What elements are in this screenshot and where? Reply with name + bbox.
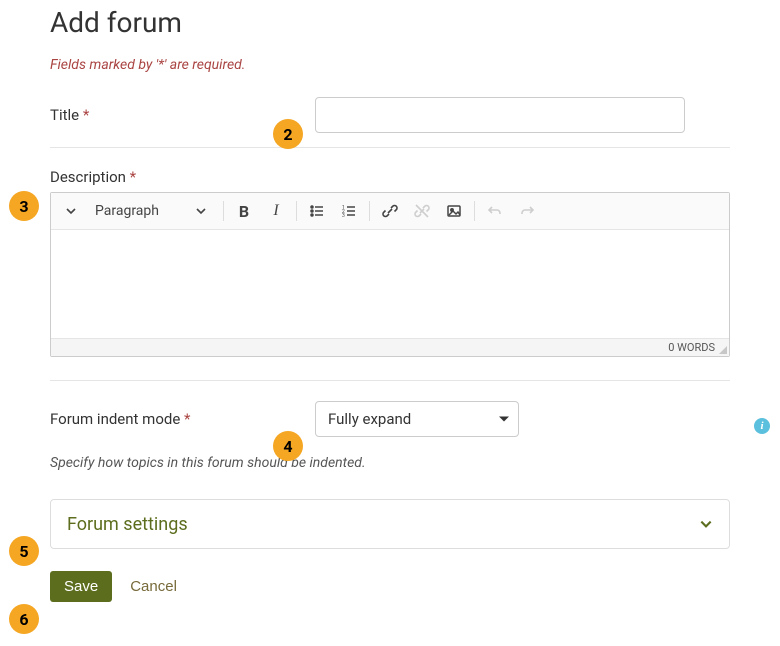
title-label-text: Title xyxy=(50,106,79,124)
editor-footer: 0 WORDS xyxy=(51,338,729,356)
indent-mode-value: Fully expand xyxy=(328,410,411,428)
description-textarea[interactable] xyxy=(51,230,729,338)
title-row: Title * xyxy=(50,97,730,148)
indent-mode-label-text: Forum indent mode xyxy=(50,410,180,428)
callout-marker-4: 4 xyxy=(273,431,303,461)
caret-down-icon xyxy=(499,417,509,422)
toolbar-menu-toggle[interactable] xyxy=(57,197,85,225)
description-label: Description * xyxy=(50,168,730,186)
image-button[interactable] xyxy=(440,197,468,225)
required-asterisk: * xyxy=(184,410,190,428)
unlink-icon xyxy=(414,203,430,219)
numbered-list-button[interactable]: 123 xyxy=(335,197,363,225)
chevron-down-icon xyxy=(699,517,713,531)
title-label: Title * xyxy=(50,106,315,124)
title-input[interactable] xyxy=(315,97,685,133)
indent-mode-select[interactable]: Fully expand xyxy=(315,401,519,437)
italic-icon: I xyxy=(273,202,278,220)
callout-marker-6: 6 xyxy=(9,604,39,634)
link-icon xyxy=(382,203,398,219)
link-button[interactable] xyxy=(376,197,404,225)
bold-icon: B xyxy=(239,202,249,221)
save-button[interactable]: Save xyxy=(50,571,112,602)
format-dropdown-label: Paragraph xyxy=(95,203,159,219)
callout-marker-2: 2 xyxy=(273,119,303,149)
forum-settings-accordion[interactable]: Forum settings xyxy=(50,499,730,549)
required-asterisk: * xyxy=(83,106,89,124)
bullet-list-icon xyxy=(309,203,325,219)
undo-icon xyxy=(487,203,503,219)
indent-mode-row: Forum indent mode * Fully expand i xyxy=(50,401,730,451)
word-count: 0 WORDS xyxy=(668,341,715,354)
indent-mode-label: Forum indent mode * xyxy=(50,410,315,428)
redo-button xyxy=(513,197,541,225)
toolbar-separator xyxy=(223,201,224,221)
toolbar-separator xyxy=(369,201,370,221)
bold-button[interactable]: B xyxy=(230,197,258,225)
svg-text:3: 3 xyxy=(342,213,345,219)
button-row: Save Cancel xyxy=(50,571,730,602)
format-dropdown[interactable]: Paragraph xyxy=(89,203,217,219)
indent-mode-help: Specify how topics in this forum should … xyxy=(50,455,730,471)
required-asterisk: * xyxy=(130,168,136,186)
chevron-down-icon xyxy=(195,205,207,217)
accordion-title: Forum settings xyxy=(67,514,188,535)
editor-toolbar: Paragraph B I 123 xyxy=(51,193,729,230)
required-fields-note: Fields marked by '*' are required. xyxy=(50,57,730,73)
redo-icon xyxy=(519,203,535,219)
page-heading: Add forum xyxy=(50,6,730,39)
description-label-text: Description xyxy=(50,168,126,186)
description-editor: Paragraph B I 123 xyxy=(50,192,730,357)
undo-button xyxy=(481,197,509,225)
numbered-list-icon: 123 xyxy=(341,203,357,219)
resize-handle[interactable] xyxy=(717,344,727,354)
image-icon xyxy=(446,203,462,219)
cancel-button[interactable]: Cancel xyxy=(130,578,177,595)
unlink-button xyxy=(408,197,436,225)
callout-marker-3: 3 xyxy=(9,191,39,221)
bullet-list-button[interactable] xyxy=(303,197,331,225)
toolbar-separator xyxy=(296,201,297,221)
info-icon[interactable]: i xyxy=(754,418,770,434)
italic-button[interactable]: I xyxy=(262,197,290,225)
callout-marker-5: 5 xyxy=(9,536,39,566)
chevron-down-icon xyxy=(65,205,77,217)
toolbar-separator xyxy=(474,201,475,221)
